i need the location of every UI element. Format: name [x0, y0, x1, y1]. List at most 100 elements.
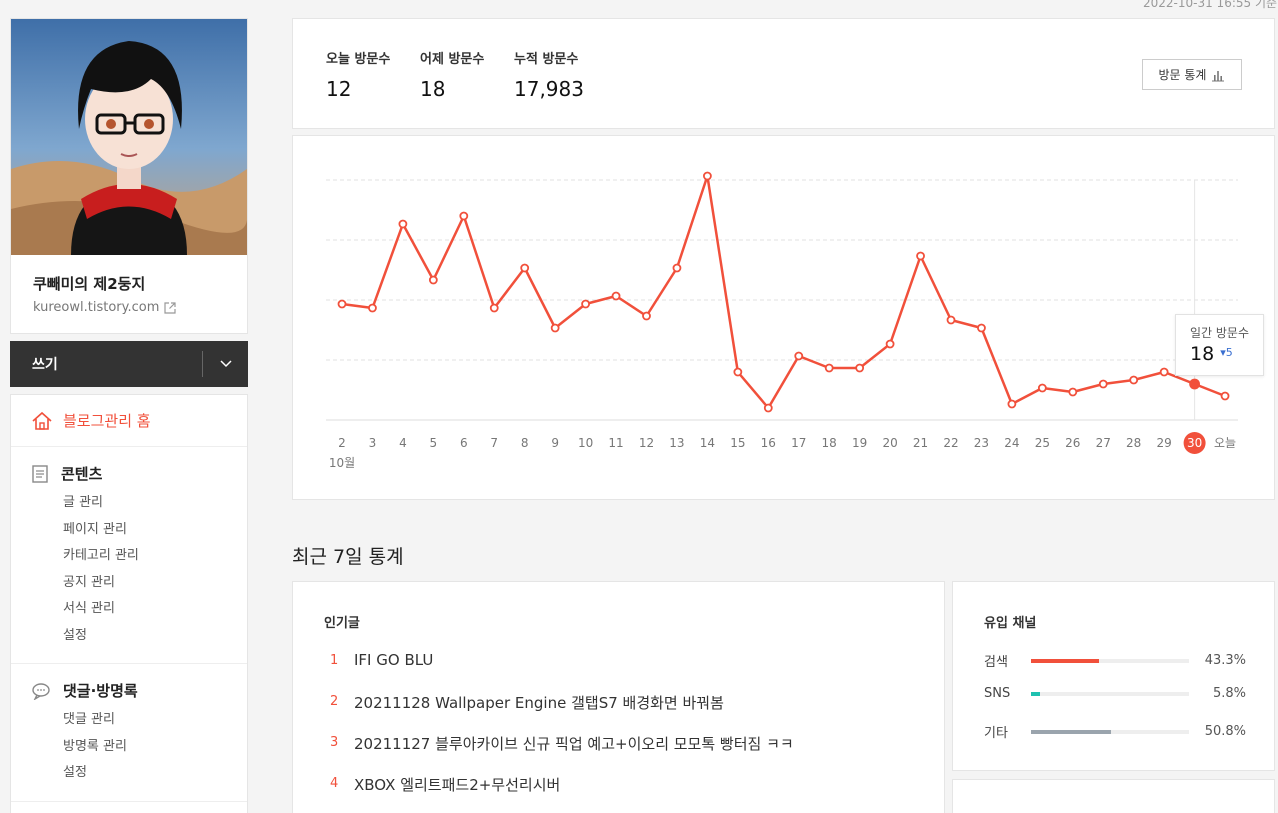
total-visits: 누적 방문수 17,983 — [514, 48, 584, 101]
daily-visits-chart: 2 3 4 5 6 7 8 9 10 11 12 13 14 15 16 17 18 19 20 21 22 23 24 25… — [292, 135, 1275, 500]
channel-name: SNS — [984, 686, 1011, 701]
channel-bar-track — [1031, 658, 1189, 663]
blog-url-link[interactable]: kureowl.tistory.com — [33, 300, 176, 315]
x-tick-label: 7 — [490, 436, 498, 450]
data-point — [550, 323, 560, 333]
speech-bubble-icon — [32, 682, 50, 700]
popular-post-item[interactable]: 4 XBOX 엘리트패드2+무선리시버 — [330, 774, 794, 813]
data-point — [885, 339, 895, 349]
profile-card: 쿠빼미의 제2둥지 kureowl.tistory.com — [10, 18, 248, 334]
write-dropdown-button[interactable] — [203, 341, 248, 387]
data-point — [916, 251, 925, 261]
channel-bar-track — [1031, 729, 1189, 734]
yesterday-visits-value: 18 — [420, 77, 446, 101]
visit-stats-button[interactable]: 방문 통계 — [1142, 59, 1242, 90]
data-point — [794, 351, 804, 361]
menu-item-comment-settings[interactable]: 설정 — [11, 760, 247, 787]
menu-section-title: 콘텐츠 — [61, 465, 103, 483]
menu-item-comments[interactable]: 댓글 관리 — [11, 707, 247, 734]
x-tick-label: 22 — [943, 436, 958, 450]
data-point — [368, 303, 377, 313]
x-tick-label: 20 — [882, 436, 897, 450]
popular-posts-list: 1 IFI GO BLU 2 20211128 Wallpaper Engine… — [330, 651, 794, 813]
channel-percent: 50.8% — [1204, 724, 1246, 739]
x-tick-label: 12 — [639, 436, 654, 450]
x-tick-label: 29 — [1157, 436, 1172, 450]
visit-stats-button-label: 방문 통계 — [1158, 68, 1207, 82]
data-point — [337, 299, 347, 309]
data-point — [459, 211, 469, 221]
popular-post-title[interactable]: 20211128 Wallpaper Engine 갤탭S7 배경화면 바꿔봄 — [354, 692, 724, 713]
channel-percent: 5.8% — [1212, 686, 1246, 701]
popular-posts-card: 인기글 1 IFI GO BLU 2 20211128 Wallpaper En… — [292, 581, 945, 813]
yesterday-visits: 어제 방문수 18 — [420, 48, 484, 101]
today-visits-label: 오늘 방문수 — [326, 52, 391, 67]
x-tick-label: 16 — [761, 436, 776, 450]
menu-home-item[interactable]: 블로그관리 홈 — [11, 395, 247, 447]
x-tick-label: 9 — [551, 436, 559, 450]
channel-bar-fill — [1031, 658, 1100, 663]
data-point — [1037, 383, 1047, 393]
tooltip-delta: ▾5 — [1220, 346, 1233, 359]
x-tick-label: 23 — [974, 436, 989, 450]
menu-home-label: 블로그관리 홈 — [63, 412, 151, 430]
x-tick-label: 25 — [1035, 436, 1050, 450]
popular-post-rank: 3 — [330, 735, 339, 750]
data-point — [581, 299, 591, 309]
x-tick-label: 24 — [1004, 436, 1019, 450]
popular-post-title[interactable]: 20211127 블루아카이브 신규 픽업 예고+이오리 모모톡 빵터짐 ㅋㅋ — [354, 733, 794, 754]
write-bar: 쓰기 — [10, 341, 248, 387]
document-icon — [32, 464, 48, 483]
popular-post-title[interactable]: IFI GO BLU — [354, 651, 433, 669]
data-point — [824, 363, 834, 373]
visits-line-chart: 2 3 4 5 6 7 8 9 10 11 12 13 14 15 16 17 18 19 20 21 22 23 24 25… — [326, 171, 1238, 470]
recent-stats-title: 최근 7일 통계 — [292, 546, 404, 568]
data-point — [1159, 367, 1169, 377]
x-tick-label: 14 — [700, 436, 715, 450]
total-visits-value: 17,983 — [514, 77, 584, 101]
menu-section-comments: 댓글·방명록 댓글 관리 방명록 관리 설정 — [11, 664, 247, 802]
menu-item-content-settings[interactable]: 설정 — [11, 623, 247, 650]
menu-item-notices[interactable]: 공지 관리 — [11, 570, 247, 597]
menu-section-head[interactable]: 댓글·방명록 — [11, 680, 247, 701]
tooltip-label: 일간 방문수 — [1190, 326, 1250, 340]
x-tick-label: 19 — [852, 436, 867, 450]
menu-item-guestbook[interactable]: 방명록 관리 — [11, 734, 247, 761]
channel-row-other: 기타 50.8% — [984, 722, 1246, 741]
data-point — [1007, 399, 1017, 409]
month-label: 10월 — [329, 456, 355, 470]
x-tick-label: 6 — [460, 436, 468, 450]
menu-item-templates[interactable]: 서식 관리 — [11, 596, 247, 623]
data-point — [977, 323, 986, 333]
menu-item-posts[interactable]: 글 관리 — [11, 490, 247, 517]
profile-avatar[interactable] — [11, 19, 247, 255]
menu-item-pages[interactable]: 페이지 관리 — [11, 517, 247, 544]
menu-item-categories[interactable]: 카테고리 관리 — [11, 543, 247, 570]
data-point — [1129, 375, 1139, 385]
x-tick-label: 8 — [521, 436, 529, 450]
popular-post-item[interactable]: 2 20211128 Wallpaper Engine 갤탭S7 배경화면 바꿔… — [330, 692, 794, 733]
today-visits-value: 12 — [326, 77, 352, 101]
today-visits: 오늘 방문수 12 — [326, 48, 390, 101]
x-tick-label: 15 — [730, 436, 745, 450]
data-point — [489, 303, 499, 313]
data-point — [398, 219, 408, 229]
data-point — [520, 263, 530, 273]
write-button[interactable]: 쓰기 — [10, 354, 202, 374]
x-tick-label: 11 — [608, 436, 623, 450]
popular-post-item[interactable]: 1 IFI GO BLU — [330, 651, 794, 692]
popular-post-title[interactable]: XBOX 엘리트패드2+무선리시버 — [354, 774, 560, 795]
channel-bar-fill — [1031, 691, 1041, 696]
popular-post-rank: 4 — [330, 776, 339, 791]
menu-section-head[interactable]: 콘텐츠 — [11, 463, 247, 484]
popular-post-item[interactable]: 3 20211127 블루아카이브 신규 픽업 예고+이오리 모모톡 빵터짐 ㅋ… — [330, 733, 794, 774]
blog-name[interactable]: 쿠빼미의 제2둥지 — [33, 273, 145, 294]
x-tick-label: 3 — [369, 436, 377, 450]
data-point — [1098, 379, 1108, 389]
tooltip-delta-value: 5 — [1225, 346, 1233, 359]
popular-post-rank: 2 — [330, 694, 339, 709]
stats-timestamp: 2022-10-31 16:55 기준 — [1143, 0, 1278, 10]
x-tick-label: 13 — [669, 436, 684, 450]
x-tick-label: 10 — [578, 436, 593, 450]
popular-post-rank: 1 — [330, 653, 339, 668]
